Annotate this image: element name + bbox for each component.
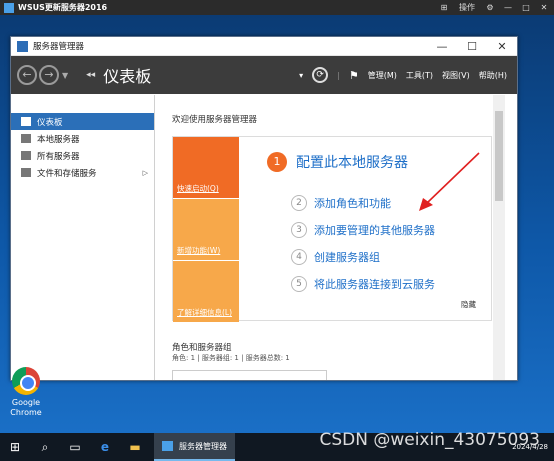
servers-icon xyxy=(21,151,31,160)
desktop-icon-chrome[interactable]: Google Chrome xyxy=(6,367,46,418)
breadcrumb-chevron-icon: ◂◂ xyxy=(86,70,96,80)
taskbar-app-server-manager[interactable]: 服务器管理器 xyxy=(154,433,235,461)
quick-start-label[interactable]: 快速启动(Q) xyxy=(177,183,219,194)
role-tile[interactable] xyxy=(172,370,327,380)
remote-desktop-icon xyxy=(4,2,14,13)
refresh-icon[interactable]: ⟳ xyxy=(312,67,329,83)
remote-desktop-title: WSUS更新服务器2016 xyxy=(18,3,108,12)
page-title: 仪表板 xyxy=(103,67,152,86)
storage-icon xyxy=(21,168,31,177)
dashboard-icon xyxy=(21,117,31,126)
task-view-icon[interactable]: ▭ xyxy=(60,433,90,461)
menu-manage[interactable]: 管理(M) xyxy=(368,70,397,81)
file-explorer-icon[interactable]: ▬ xyxy=(120,433,150,461)
notifications-flag-icon[interactable]: ⚑ xyxy=(349,69,359,82)
step-link[interactable]: 将此服务器连接到云服务 xyxy=(314,276,435,292)
quick-start-tab[interactable]: 快速启动(Q) xyxy=(173,137,239,198)
step-number: 3 xyxy=(291,222,307,238)
step-number: 5 xyxy=(291,276,307,292)
expand-caret-icon[interactable]: ▷ xyxy=(143,169,148,177)
quick-start-column: 快速启动(Q) 新增功能(W) 了解详细信息(L) xyxy=(173,137,239,322)
sidebar-item-label: 仪表板 xyxy=(37,117,63,128)
ie-icon[interactable]: e xyxy=(90,433,120,461)
step-number: 4 xyxy=(291,249,307,265)
step-number: 1 xyxy=(267,152,287,172)
sidebar-item-label: 所有服务器 xyxy=(37,151,80,162)
breadcrumb: ◂◂ 仪表板 xyxy=(86,63,151,87)
refresh-dropdown-icon[interactable]: ▾ xyxy=(299,71,303,80)
sidebar: 仪表板 本地服务器 所有服务器 文件和存储服务 ▷ xyxy=(11,95,155,380)
window-titlebar[interactable]: 服务器管理器 — ☐ ✕ xyxy=(11,37,517,56)
welcome-title: 欢迎使用服务器管理器 xyxy=(172,115,258,125)
server-manager-taskbar-icon xyxy=(162,441,173,451)
vertical-scrollbar[interactable] xyxy=(493,95,505,380)
close-button[interactable]: ✕ xyxy=(487,37,517,56)
rdp-minimize-button[interactable]: — xyxy=(502,3,514,12)
server-icon xyxy=(21,134,31,143)
minimize-button[interactable]: — xyxy=(427,37,457,56)
sidebar-item-all-servers[interactable]: 所有服务器 xyxy=(11,147,154,164)
dashboard-main: 欢迎使用服务器管理器 快速启动(Q) 新增功能(W) 了解详细信息(L) 1 配… xyxy=(156,95,505,380)
roles-summary: 角色: 1 | 服务器组: 1 | 服务器总数: 1 xyxy=(172,354,290,362)
menu-tools[interactable]: 工具(T) xyxy=(406,70,433,81)
window-title: 服务器管理器 xyxy=(33,42,85,52)
scrollbar-thumb[interactable] xyxy=(495,111,503,201)
sidebar-item-local-server[interactable]: 本地服务器 xyxy=(11,130,154,147)
step-link[interactable]: 创建服务器组 xyxy=(314,249,380,265)
chrome-label-line2: Chrome xyxy=(10,408,42,417)
server-manager-window: 服务器管理器 — ☐ ✕ ← → ▼ ◂◂ 仪表板 ▾ ⟳ | ⚑ 管理(M) … xyxy=(10,36,518,381)
step-connect-cloud[interactable]: 5 将此服务器连接到云服务 xyxy=(291,276,435,292)
rdp-pin-icon[interactable]: ⊞ xyxy=(438,3,450,12)
taskbar-app-label: 服务器管理器 xyxy=(179,441,227,451)
maximize-button[interactable]: ☐ xyxy=(457,37,487,56)
menu-view[interactable]: 视图(V) xyxy=(442,70,470,81)
remote-desktop-controls: ⊞ 操作 ⚙ — □ ✕ xyxy=(438,0,554,15)
step-configure-local-server[interactable]: 1 配置此本地服务器 xyxy=(267,152,408,172)
whats-new-label[interactable]: 新增功能(W) xyxy=(177,245,220,256)
roles-section-title: 角色和服务器组 xyxy=(172,343,232,353)
rdp-maximize-button[interactable]: □ xyxy=(520,3,532,12)
rdp-action-button[interactable]: 操作 xyxy=(456,2,478,13)
sidebar-item-dashboard[interactable]: 仪表板 xyxy=(11,113,154,130)
hide-link[interactable]: 隐藏 xyxy=(461,299,476,310)
learn-more-tab[interactable]: 了解详细信息(L) xyxy=(173,260,239,322)
chrome-icon xyxy=(12,367,40,395)
step-link[interactable]: 配置此本地服务器 xyxy=(296,152,408,172)
whats-new-tab[interactable]: 新增功能(W) xyxy=(173,198,239,260)
forward-button[interactable]: → xyxy=(39,65,59,85)
rdp-settings-icon[interactable]: ⚙ xyxy=(484,3,496,12)
divider: | xyxy=(337,70,340,80)
chrome-label-line1: Google xyxy=(11,398,41,407)
step-add-roles-features[interactable]: 2 添加角色和功能 xyxy=(291,195,391,211)
sidebar-item-file-storage[interactable]: 文件和存储服务 ▷ xyxy=(11,164,154,181)
welcome-tile: 快速启动(Q) 新增功能(W) 了解详细信息(L) 1 配置此本地服务器 2 添… xyxy=(172,136,492,322)
step-link[interactable]: 添加角色和功能 xyxy=(314,195,391,211)
watermark: CSDN @weixin_43075093 xyxy=(319,430,540,450)
sidebar-item-label: 文件和存储服务 xyxy=(37,168,97,179)
sidebar-item-label: 本地服务器 xyxy=(37,134,80,145)
command-bar: ← → ▼ ◂◂ 仪表板 ▾ ⟳ | ⚑ 管理(M) 工具(T) 视图(V) 帮… xyxy=(11,56,517,94)
step-number: 2 xyxy=(291,195,307,211)
start-windows-icon[interactable]: ⊞ xyxy=(0,433,30,461)
remote-desktop-bar: WSUS更新服务器2016 ⊞ 操作 ⚙ — □ ✕ xyxy=(0,0,554,15)
rdp-close-button[interactable]: ✕ xyxy=(538,3,550,12)
step-add-servers[interactable]: 3 添加要管理的其他服务器 xyxy=(291,222,435,238)
history-dropdown-icon[interactable]: ▼ xyxy=(62,71,68,80)
step-create-server-group[interactable]: 4 创建服务器组 xyxy=(291,249,380,265)
step-link[interactable]: 添加要管理的其他服务器 xyxy=(314,222,435,238)
desktop: 服务器管理器 — ☐ ✕ ← → ▼ ◂◂ 仪表板 ▾ ⟳ | ⚑ 管理(M) … xyxy=(0,15,554,433)
learn-more-label[interactable]: 了解详细信息(L) xyxy=(177,307,232,318)
search-icon[interactable]: ⌕ xyxy=(30,433,60,461)
menu-help[interactable]: 帮助(H) xyxy=(479,70,507,81)
server-manager-icon xyxy=(17,40,28,52)
back-button[interactable]: ← xyxy=(17,65,37,85)
